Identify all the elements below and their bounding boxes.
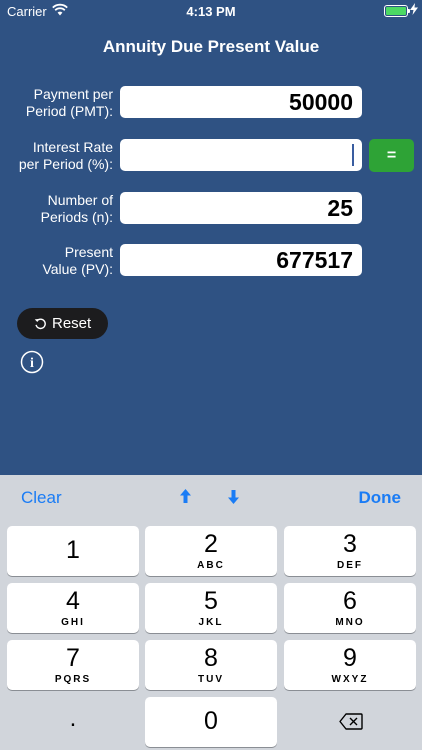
pv-label: Present Value (PV): — [0, 244, 113, 278]
key-9-letters: WXYZ — [331, 674, 369, 685]
pmt-label: Payment per Period (PMT): — [0, 86, 113, 120]
pmt-label-line2: Period (PMT): — [25, 103, 113, 119]
key-9[interactable]: 9 WXYZ — [284, 640, 416, 690]
rate-input[interactable] — [120, 139, 362, 171]
reset-button[interactable]: Reset — [17, 308, 108, 339]
key-4-number: 4 — [66, 587, 80, 615]
key-6[interactable]: 6 MNO — [284, 583, 416, 633]
backspace-key[interactable] — [284, 697, 416, 747]
key-9-number: 9 — [343, 644, 357, 672]
page-title: Annuity Due Present Value — [102, 37, 320, 56]
key-1-number: 1 — [66, 536, 80, 564]
key-0[interactable]: 0 — [145, 697, 277, 747]
key-8-letters: TUV — [198, 674, 224, 685]
key-0-number: 0 — [204, 707, 218, 735]
key-decimal-label: . — [69, 705, 77, 732]
key-7[interactable]: 7 PQRS — [7, 640, 139, 690]
backspace-icon — [339, 713, 363, 730]
periods-label-line2: Periods (n): — [40, 209, 113, 225]
arrow-up-icon[interactable] — [178, 488, 193, 505]
reset-label: Reset — [52, 315, 92, 332]
pv-input[interactable]: 677517 — [120, 244, 362, 276]
key-2[interactable]: 2 ABC — [145, 526, 277, 576]
key-8[interactable]: 8 TUV — [145, 640, 277, 690]
calculate-button[interactable]: = — [369, 139, 414, 172]
key-5-number: 5 — [204, 587, 218, 615]
clock: 4:13 PM — [186, 4, 236, 19]
arrow-down-icon[interactable] — [226, 488, 241, 505]
keyboard-toolbar: Clear Done — [0, 475, 422, 520]
done-button[interactable]: Done — [359, 488, 402, 508]
key-7-letters: PQRS — [54, 674, 92, 685]
pmt-label-line1: Payment per — [33, 86, 113, 102]
status-bar: Carrier 4:13 PM — [0, 0, 422, 22]
key-8-number: 8 — [204, 644, 218, 672]
numeric-keyboard: Clear Done 1 2 ABC 3 DEF 4 GHI 5 JKL 6 M… — [0, 475, 422, 750]
charging-bolt-icon — [410, 3, 418, 15]
info-icon[interactable]: i — [20, 350, 44, 374]
rate-label: Interest Rate per Period (%): — [0, 139, 113, 173]
key-6-number: 6 — [343, 587, 357, 615]
text-caret — [352, 144, 354, 166]
pv-label-line1: Present — [64, 244, 113, 260]
key-decimal[interactable]: . — [7, 697, 139, 747]
periods-input[interactable]: 25 — [120, 192, 362, 224]
key-2-number: 2 — [204, 530, 218, 558]
battery-icon — [384, 5, 410, 17]
key-7-number: 7 — [66, 644, 80, 672]
key-4[interactable]: 4 GHI — [7, 583, 139, 633]
rate-label-line2: per Period (%): — [18, 156, 113, 172]
key-5-letters: JKL — [198, 617, 224, 628]
info-label: i — [30, 356, 34, 371]
key-3-number: 3 — [343, 530, 357, 558]
periods-label: Number of Periods (n): — [0, 192, 113, 226]
key-2-letters: ABC — [197, 560, 225, 571]
key-6-letters: MNO — [335, 617, 365, 628]
rate-label-line1: Interest Rate — [32, 139, 113, 155]
key-5[interactable]: 5 JKL — [145, 583, 277, 633]
pmt-input[interactable]: 50000 — [120, 86, 362, 118]
key-3[interactable]: 3 DEF — [284, 526, 416, 576]
key-3-letters: DEF — [337, 560, 363, 571]
periods-label-line1: Number of — [47, 192, 113, 208]
pv-label-line2: Value (PV): — [42, 261, 113, 277]
key-1[interactable]: 1 — [7, 526, 139, 576]
clear-button[interactable]: Clear — [21, 488, 62, 508]
key-4-letters: GHI — [61, 617, 85, 628]
refresh-icon — [34, 318, 46, 330]
